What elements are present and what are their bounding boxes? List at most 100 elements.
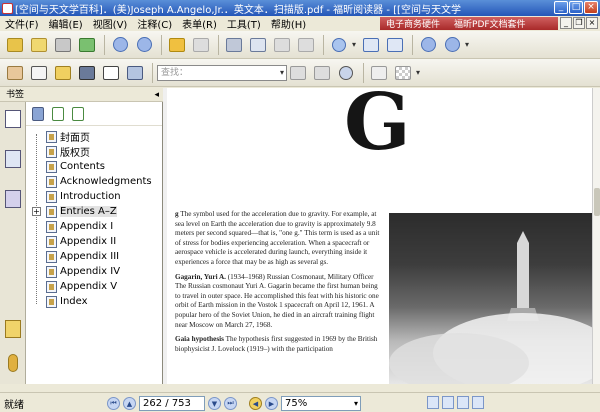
bookmark-item[interactable]: 版权页 [26,144,162,159]
find-previous-button[interactable] [287,62,309,84]
note-icon [371,65,387,80]
bookmark-item[interactable]: Appendix II [26,234,162,249]
actual-size-button[interactable] [360,34,382,56]
save-button[interactable] [28,34,50,56]
bookmark-item[interactable]: + Entries A–Z [26,204,162,219]
bookmarks-tab-icon[interactable] [5,110,21,128]
attachments-tab-icon[interactable] [8,354,18,372]
next-page-button[interactable] [133,34,155,56]
zoom-tool-button[interactable] [328,34,350,56]
find-next-button[interactable] [311,62,333,84]
snapshot-button[interactable] [124,62,146,84]
checkerboard-icon [395,65,411,80]
zoom-in-dropdown-icon[interactable]: ▾ [465,40,469,49]
status-text: 就绪 [4,400,24,411]
redo-icon [298,37,314,52]
open-button[interactable] [4,34,26,56]
bookmark-item[interactable]: Appendix III [26,249,162,264]
highlight-dropdown-icon[interactable]: ▾ [416,68,420,77]
find-dropdown-icon[interactable]: ▾ [280,66,284,80]
forward-icon[interactable]: ▶ [265,397,278,410]
menu-tools[interactable]: 工具(T) [222,16,266,31]
zoom-in-button[interactable] [441,34,463,56]
zoom-out-button[interactable] [417,34,439,56]
document-view[interactable]: G g The symbol used for the acceleration… [163,88,600,384]
scrollbar-thumb[interactable] [594,188,600,216]
bookmark-item[interactable]: Appendix V [26,279,162,294]
redo-button[interactable] [295,34,317,56]
bookmark-panel-header: 书签 ◂ [0,88,163,102]
ad-text-2[interactable]: 福昕PDF文档套件 [454,17,526,30]
page-number-input[interactable]: 262 / 753 [139,396,205,411]
highlight-tool-button[interactable] [392,62,414,84]
menu-file[interactable]: 文件(F) [0,16,44,31]
facing-icon[interactable] [457,396,469,409]
bookmark-item[interactable]: Contents [26,159,162,174]
expand-toggle-icon[interactable]: + [32,207,41,216]
doc-minimize-button[interactable]: _ [560,17,572,29]
arrow-select-button[interactable] [52,62,74,84]
vertical-scrollbar[interactable] [592,88,600,384]
folder-open-icon [7,37,23,52]
forward-button[interactable] [190,34,212,56]
back-icon[interactable]: ◀ [249,397,262,410]
bookmark-label: 封面页 [60,133,90,144]
delete-bookmark-icon[interactable] [32,106,44,121]
back-button[interactable] [166,34,188,56]
menu-view[interactable]: 视图(V) [88,16,133,31]
ad-text-1[interactable]: 电子商务硬件 [386,17,440,30]
rocket-launch-photo [389,213,592,384]
bookmark-label: Entries A–Z [60,206,117,217]
menu-comment[interactable]: 注释(C) [132,16,177,31]
next-page-icon[interactable]: ▼ [208,397,221,410]
menu-help[interactable]: 帮助(H) [266,16,311,31]
fit-page-button[interactable] [384,34,406,56]
new-bookmark-icon[interactable] [52,106,64,121]
search-button[interactable] [335,62,357,84]
close-button[interactable]: × [584,1,598,14]
prev-page-button[interactable] [109,34,131,56]
add-bookmark-icon[interactable] [72,106,84,121]
text-select-button[interactable] [28,62,50,84]
zoom-tool-dropdown-icon[interactable]: ▾ [352,40,356,49]
continuous-icon[interactable] [442,396,454,409]
bookmark-item[interactable]: Introduction [26,189,162,204]
menu-edit[interactable]: 编辑(E) [44,16,88,31]
hand-tool-button[interactable] [4,62,26,84]
minimize-button[interactable]: _ [554,1,568,14]
bookmark-item[interactable]: Index [26,294,162,309]
entry-term: Gaia hypothesis [175,335,224,344]
find-input[interactable]: 查找： ▾ [157,64,287,81]
maximize-button[interactable]: □ [569,1,583,14]
collapse-panel-icon[interactable]: ◂ [154,88,159,102]
single-page-icon[interactable] [427,396,439,409]
comments-tab-icon[interactable] [5,320,21,338]
pages-tab-icon[interactable] [5,150,21,168]
menu-form[interactable]: 表单(R) [177,16,222,31]
cut-button[interactable] [223,34,245,56]
status-bar: 就绪 ⏮ ▲ 262 / 753 ▼ ⏭ ◀ ▶ 75% ▾ [0,392,600,412]
find-button[interactable] [76,62,98,84]
first-page-icon[interactable]: ⏮ [107,397,120,410]
zoom-select[interactable]: 75% ▾ [281,396,361,411]
bookmark-item[interactable]: Appendix IV [26,264,162,279]
prev-page-icon[interactable]: ▲ [123,397,136,410]
continuous-facing-icon[interactable] [472,396,484,409]
doc-restore-button[interactable]: ❐ [573,17,585,29]
last-page-icon[interactable]: ⏭ [224,397,237,410]
typewriter-button[interactable] [100,62,122,84]
doc-close-button[interactable]: × [586,17,598,29]
undo-button[interactable] [271,34,293,56]
search-icon [339,65,353,80]
zoom-dropdown-icon[interactable]: ▾ [354,397,358,410]
bookmark-item[interactable]: Acknowledgments [26,174,162,189]
copy-button[interactable] [247,34,269,56]
bookmark-item[interactable]: Appendix I [26,219,162,234]
bookmark-item[interactable]: 封面页 [26,129,162,144]
email-button[interactable] [76,34,98,56]
print-button[interactable] [52,34,74,56]
note-tool-button[interactable] [368,62,390,84]
entry-term: Gagarin, Yuri A. [175,272,226,281]
ad-banner[interactable]: 电子商务硬件 福昕PDF文档套件 [380,17,558,30]
layers-tab-icon[interactable] [5,190,21,208]
